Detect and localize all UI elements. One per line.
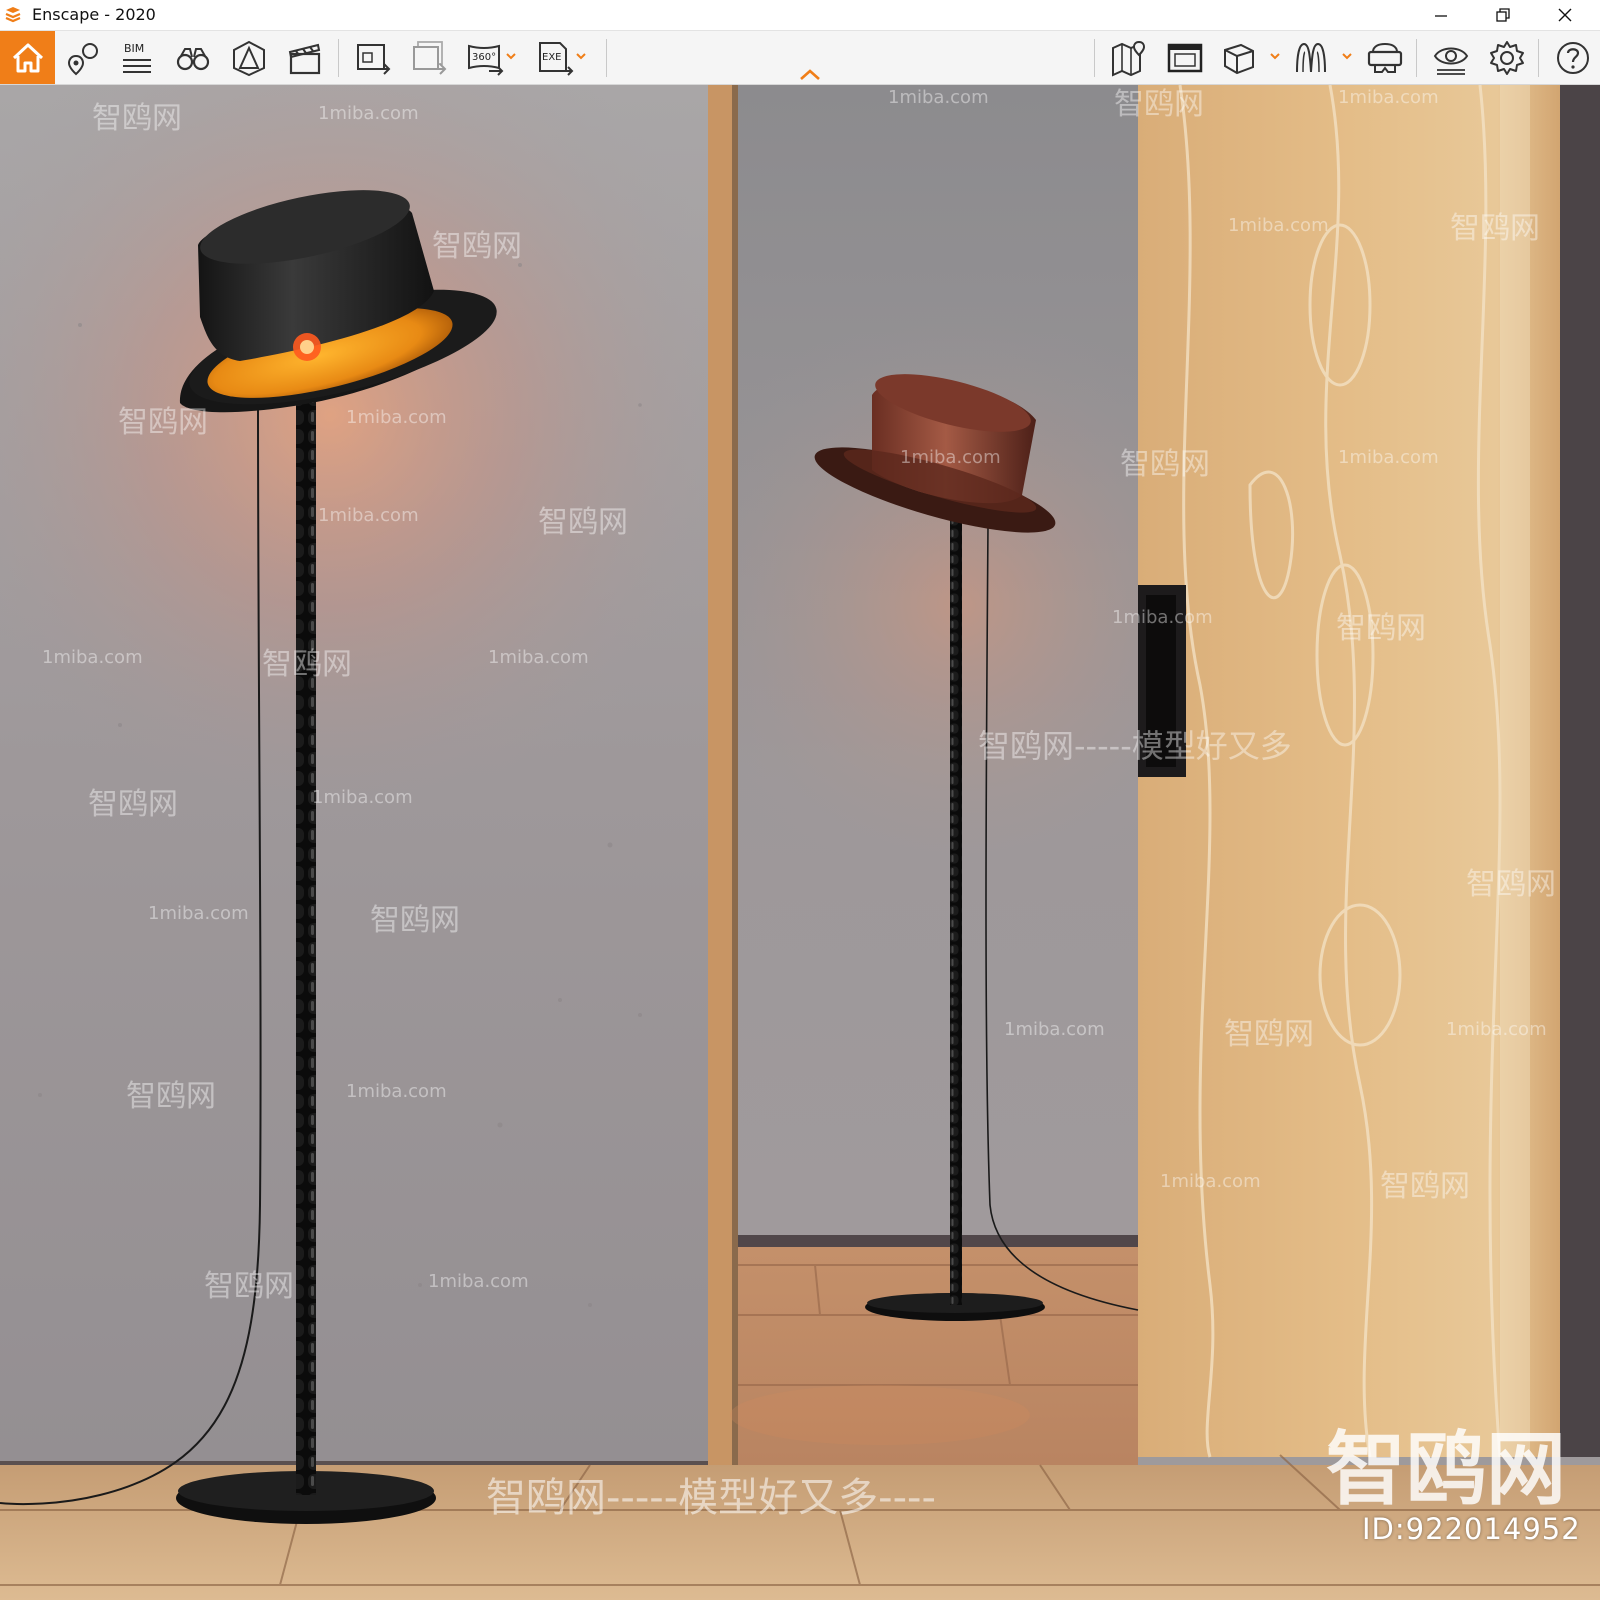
enscape-logo-icon — [5, 7, 21, 23]
toolbar-separator — [1416, 39, 1417, 77]
watermark-cn: 智鸥网 — [538, 505, 628, 540]
panorama-button[interactable]: 360° — [460, 33, 510, 83]
watermark-url: 1miba.com — [1004, 1019, 1105, 1040]
visual-settings-button[interactable] — [1426, 33, 1476, 83]
materials-icon — [1296, 42, 1326, 73]
toolbar-separator — [1538, 39, 1539, 77]
watermark-slogan: 智鸥网-----模型好又多 — [978, 727, 1292, 765]
screenshot-export-icon — [357, 44, 391, 75]
window-title: Enscape - 2020 — [32, 5, 156, 24]
watermark-cn: 智鸥网 — [1466, 867, 1556, 902]
help-button[interactable] — [1548, 33, 1598, 83]
minimize-icon — [1435, 15, 1447, 17]
toolbar-separator — [338, 39, 339, 77]
map-icon — [1112, 40, 1146, 77]
watermark-cn: 智鸥网 — [432, 229, 522, 264]
sun-position-button[interactable] — [224, 33, 274, 83]
exe-label: EXE — [542, 52, 562, 63]
batch-export-icon — [413, 41, 447, 75]
watermark-cn: 智鸥网 — [370, 903, 460, 938]
material-editor-button[interactable] — [1286, 33, 1336, 83]
render-viewport[interactable]: 智鸥网 1miba.com 1miba.com 智鸥网 1miba.com 智鸥… — [0, 85, 1600, 1600]
watermark-cn: 智鸥网 — [88, 787, 178, 822]
general-settings-button[interactable] — [1482, 33, 1532, 83]
watermark-url: 1miba.com — [488, 647, 589, 668]
watermark-cn: 智鸥网 — [1120, 447, 1210, 482]
panorama-label: 360° — [472, 52, 496, 63]
web-standalone-button[interactable] — [1160, 33, 1210, 83]
watermark-cn: 智鸥网 — [1114, 87, 1204, 122]
exe-export-icon: EXE — [539, 42, 574, 76]
watermark-url: 1miba.com — [888, 87, 989, 108]
watermark-cn: 智鸥网 — [92, 101, 182, 136]
watermark-cn: 智鸥网 — [126, 1079, 216, 1114]
minimize-button[interactable] — [1412, 0, 1470, 30]
close-icon — [1558, 8, 1572, 22]
title-bar: Enscape - 2020 — [0, 0, 1600, 31]
watermark-cn: 智鸥网 — [1224, 1017, 1314, 1052]
watermark-url: 1miba.com — [318, 103, 419, 124]
binoculars-button[interactable] — [168, 33, 218, 83]
binoculars-icon — [176, 48, 210, 71]
watermark-url: 1miba.com — [346, 407, 447, 428]
gear-icon — [1490, 41, 1524, 75]
watermark-url: 1miba.com — [148, 903, 249, 924]
watermark-url: 1miba.com — [1446, 1019, 1547, 1040]
bim-icon: BIM — [123, 42, 151, 73]
watermark-cn: 智鸥网 — [118, 405, 208, 440]
watermark-id: ID:922014952 — [1362, 1512, 1581, 1546]
help-icon — [1557, 42, 1589, 74]
eye-icon — [1433, 47, 1469, 75]
watermark-url: 1miba.com — [1338, 447, 1439, 468]
watermark-url: 1miba.com — [312, 787, 413, 808]
rendered-scene — [0, 85, 1600, 1600]
vr-headset-icon — [1367, 42, 1403, 73]
bim-label: BIM — [124, 42, 144, 55]
close-button[interactable] — [1536, 0, 1594, 30]
watermark-url: 1miba.com — [42, 647, 143, 668]
video-button[interactable] — [280, 33, 330, 83]
location-pin-icon — [67, 43, 98, 76]
watermark-url: 1miba.com — [1338, 87, 1439, 108]
watermark-cn: 智鸥网 — [262, 647, 352, 682]
watermark-logo: 智鸥网 — [1326, 1422, 1566, 1516]
watermark-cn: 智鸥网 — [1336, 611, 1426, 646]
toolbar-separator — [1094, 39, 1095, 77]
watermark-url: 1miba.com — [900, 447, 1001, 468]
watermark-url: 1miba.com — [428, 1271, 529, 1292]
views-button[interactable] — [58, 33, 108, 83]
watermark-url: 1miba.com — [1112, 607, 1213, 628]
restore-icon — [1496, 8, 1510, 22]
watermark-cn: 智鸥网 — [204, 1269, 294, 1304]
watermark-url: 1miba.com — [346, 1081, 447, 1102]
batch-render-button[interactable] — [404, 33, 454, 83]
watermark-url: 1miba.com — [318, 505, 419, 526]
panorama-360-icon: 360° — [468, 44, 504, 76]
clapperboard-icon — [288, 43, 321, 75]
asset-library-button[interactable] — [1214, 33, 1264, 83]
watermark-url: 1miba.com — [1160, 1171, 1261, 1192]
home-button[interactable] — [0, 31, 55, 84]
asset-dropdown-chevron-icon[interactable] — [1268, 49, 1282, 63]
exe-dropdown-chevron-icon[interactable] — [574, 49, 588, 63]
watermark-bottom-slogan: 智鸥网-----模型好又多---- — [486, 1475, 936, 1521]
material-dropdown-chevron-icon[interactable] — [1340, 49, 1354, 63]
vr-headset-button[interactable] — [1360, 33, 1410, 83]
panorama-dropdown-chevron-icon[interactable] — [504, 49, 518, 63]
watermark-url: 1miba.com — [1228, 215, 1329, 236]
home-icon — [12, 43, 43, 72]
collapse-toolbar-chevron-icon[interactable] — [798, 68, 822, 82]
pyramid-icon — [233, 40, 265, 77]
restore-button[interactable] — [1474, 0, 1532, 30]
web-export-icon — [1167, 43, 1203, 73]
watermark-cn: 智鸥网 — [1450, 211, 1540, 246]
bim-button[interactable]: BIM — [112, 33, 162, 83]
exe-export-button[interactable]: EXE — [530, 33, 580, 83]
map-button[interactable] — [1104, 33, 1154, 83]
toolbar-separator — [606, 39, 607, 77]
render-screenshot-button[interactable] — [348, 33, 398, 83]
watermark-cn: 智鸥网 — [1380, 1169, 1470, 1204]
cube-icon — [1224, 43, 1254, 75]
